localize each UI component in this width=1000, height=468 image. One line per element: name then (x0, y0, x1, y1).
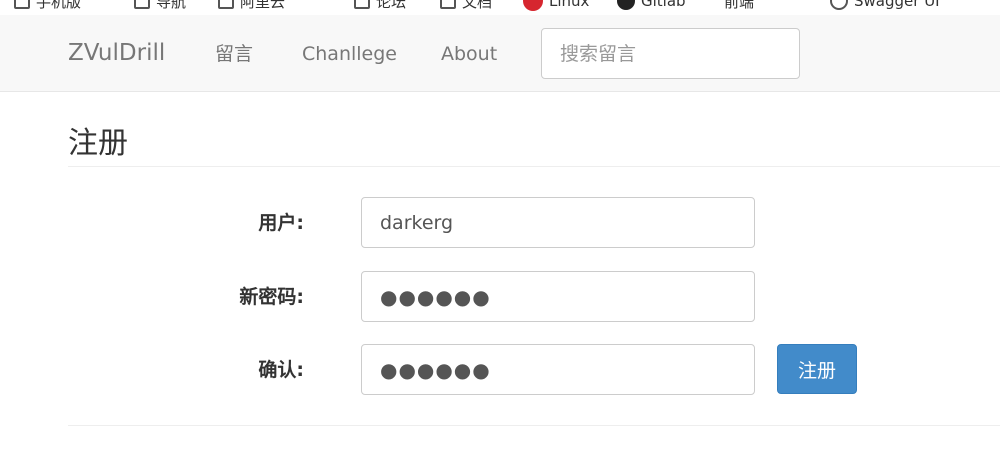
bookmark-item[interactable]: Swagger UI (830, 0, 940, 11)
red-circle-icon (523, 0, 543, 11)
bookmark-label: Swagger UI (854, 0, 940, 10)
bookmark-item[interactable]: 前端 (724, 0, 754, 11)
confirm-password-label: 确认: (258, 359, 304, 381)
bookmark-item[interactable]: 手机版 (14, 0, 81, 11)
bookmark-item[interactable]: 导航 (134, 0, 186, 11)
folder-icon (218, 0, 234, 9)
folder-icon (440, 0, 456, 9)
bookmark-label: Linux (549, 0, 590, 10)
password-label: 新密码: (239, 286, 304, 308)
bookmarks-bar: 手机版 导航 阿里云 论坛 文档 Linux Gitlab 前端 Swagger… (0, 0, 1000, 15)
globe-icon (830, 0, 848, 10)
bookmark-item[interactable]: 文档 (440, 0, 492, 11)
github-icon (617, 0, 635, 10)
username-input[interactable] (361, 197, 755, 248)
bookmark-item[interactable]: 论坛 (354, 0, 406, 11)
bookmark-label: Gitlab (641, 0, 686, 10)
bookmark-label: 文档 (462, 0, 493, 11)
folder-icon (134, 0, 150, 9)
brand-link[interactable]: ZVulDrill (68, 38, 165, 68)
bookmark-label: 阿里云 (240, 0, 286, 11)
navbar: ZVulDrill 留言 Chanllege About (0, 15, 1000, 92)
bookmark-item[interactable]: 阿里云 (218, 0, 285, 11)
bookmark-item[interactable]: Linux (523, 0, 589, 11)
username-label: 用户: (258, 212, 304, 234)
search-input[interactable] (541, 28, 800, 79)
nav-link-challenge[interactable]: Chanllege (302, 41, 397, 67)
bookmark-label: 手机版 (36, 0, 82, 11)
footer-divider (68, 425, 1000, 426)
password-input[interactable] (361, 271, 755, 322)
bookmark-item[interactable]: Gitlab (617, 0, 686, 11)
bookmark-label: 导航 (156, 0, 187, 11)
bookmark-label: 论坛 (376, 0, 407, 11)
header-divider (68, 166, 1000, 167)
page-title: 注册 (68, 126, 128, 161)
nav-link-about[interactable]: About (441, 41, 497, 67)
bookmark-label: 前端 (724, 0, 755, 11)
folder-icon (354, 0, 370, 9)
nav-link-messages[interactable]: 留言 (215, 41, 253, 67)
confirm-password-input[interactable] (361, 344, 755, 395)
folder-icon (14, 0, 30, 9)
register-button[interactable]: 注册 (777, 344, 857, 394)
